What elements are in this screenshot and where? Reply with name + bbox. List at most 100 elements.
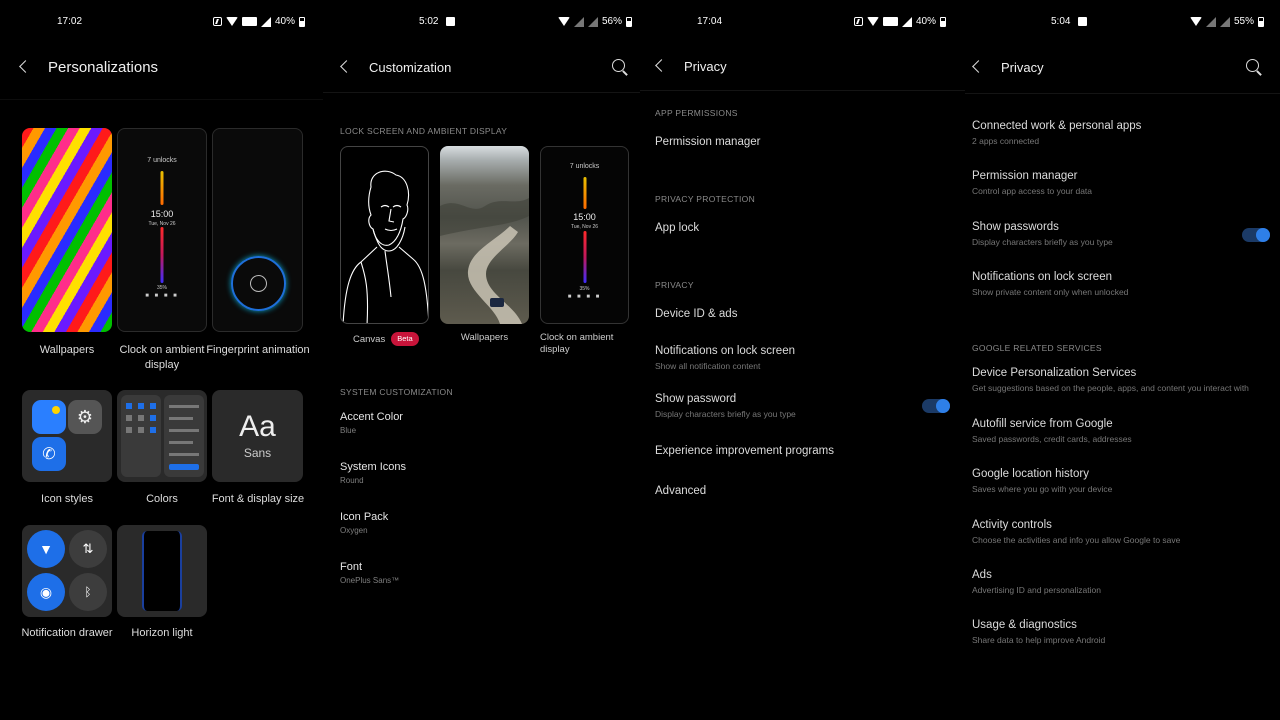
- location-history-row[interactable]: Google location history Saves where you …: [972, 468, 1112, 494]
- location-toggle-icon: ◉: [27, 573, 65, 611]
- wifi-toggle-icon: ▼: [27, 530, 65, 568]
- section-app-permissions: APP PERMISSIONS: [655, 108, 738, 118]
- font-item[interactable]: Font OnePlus Sans™: [340, 561, 399, 585]
- show-passwords-row[interactable]: Show passwords Display characters briefl…: [972, 221, 1113, 247]
- clock-ambient-card[interactable]: 7 unlocks 15:00 Tue, Nov 26 35% ■ ■ ■ ■: [540, 146, 629, 324]
- status-time: 17:04: [697, 16, 723, 27]
- aod-bar-bottom: [583, 231, 586, 283]
- wifi-icon: [1190, 17, 1202, 26]
- canvas-card[interactable]: [340, 146, 429, 324]
- aod-bar-top: [160, 171, 164, 205]
- header-divider: [0, 99, 323, 100]
- page-title: Customization: [369, 59, 452, 75]
- tile-label-horizon: Horizon light: [131, 627, 193, 639]
- system-icons-item[interactable]: System Icons Round: [340, 461, 406, 485]
- wifi-icon: [226, 17, 238, 26]
- wallpaper-road-photo: [440, 198, 529, 324]
- battery-icon: [1258, 16, 1265, 27]
- no-sim-icon: [1206, 16, 1216, 27]
- no-sim-icon-2: [588, 16, 598, 27]
- app-lock-row[interactable]: App lock: [655, 222, 699, 234]
- battery-icon: [940, 16, 947, 27]
- back-icon[interactable]: [335, 56, 357, 78]
- horizon-light-preview[interactable]: [117, 525, 207, 617]
- permission-manager-row[interactable]: Permission manager Control app access to…: [972, 170, 1092, 196]
- font-preview-small: Sans: [243, 446, 272, 460]
- font-display-preview[interactable]: Aa Sans: [212, 390, 303, 482]
- activity-controls-row[interactable]: Activity controls Choose the activities …: [972, 519, 1180, 545]
- notifications-lock-screen-row[interactable]: Notifications on lock screen Show privat…: [972, 271, 1128, 297]
- clock-ambient-preview[interactable]: 7 unlocks 15:00 Tue, Nov 26 35% ■ ■ ■ ■: [117, 128, 207, 332]
- accent-color-item[interactable]: Accent Color Blue: [340, 411, 403, 435]
- wallpapers-card[interactable]: [440, 146, 529, 324]
- wallpapers-label: Wallpapers: [460, 332, 509, 343]
- section-privacy-protection: PRIVACY PROTECTION: [655, 194, 756, 204]
- status-time: 5:04: [1051, 16, 1071, 27]
- settings-gear-icon: ⚙: [68, 400, 102, 434]
- wifi-icon: [558, 17, 570, 26]
- aod-time: 15:00: [150, 209, 174, 219]
- weather-app-icon: [32, 400, 66, 434]
- icon-styles-preview[interactable]: ⚙ ✆: [22, 390, 112, 482]
- status-time: 17:02: [57, 16, 83, 27]
- device-id-ads-row[interactable]: Device ID & ads: [655, 308, 737, 320]
- clock-ambient-label: Clock on ambient display: [540, 332, 614, 355]
- status-bar: 17:02 40%: [0, 14, 323, 30]
- cellular-icon: [902, 16, 912, 27]
- status-bar: 5:02 56%: [323, 14, 640, 30]
- fingerprint-animation-preview[interactable]: [212, 128, 303, 332]
- aod-battery: 35%: [579, 286, 590, 292]
- customization-screen: 5:02 56% Customization LOCK SCREEN AND A…: [323, 0, 640, 720]
- no-sim-icon-2: [1220, 16, 1230, 27]
- experience-improvement-row[interactable]: Experience improvement programs: [655, 445, 834, 457]
- device-personalization-row[interactable]: Device Personalization Services Get sugg…: [972, 367, 1272, 393]
- aod-unlocks: 7 unlocks: [569, 163, 600, 170]
- notification-drawer-preview[interactable]: ▼ ⇅ ◉ ᛒ: [22, 525, 112, 617]
- data-toggle-icon: ⇅: [69, 530, 107, 568]
- personalizations-screen: 17:02 40% Personalizations Wallpapers 7 …: [0, 0, 323, 720]
- aod-time: 15:00: [573, 212, 596, 222]
- battery-icon: [299, 16, 306, 27]
- canvas-label: Canvas Beta: [353, 332, 419, 346]
- usage-diagnostics-row[interactable]: Usage & diagnostics Share data to help i…: [972, 619, 1105, 645]
- battery-percent: 40%: [275, 16, 296, 27]
- show-password-toggle[interactable]: [922, 399, 950, 413]
- back-icon[interactable]: [14, 56, 36, 78]
- phone-app-icon: ✆: [32, 437, 66, 471]
- ads-row[interactable]: Ads Advertising ID and personalization: [972, 569, 1101, 595]
- notifications-lock-screen-row[interactable]: Notifications on lock screen Show all no…: [655, 345, 795, 371]
- page-title: Privacy: [684, 58, 727, 74]
- wallpapers-preview[interactable]: [22, 128, 112, 332]
- back-icon[interactable]: [967, 56, 989, 78]
- aod-notification-icons: ■ ■ ■ ■: [567, 294, 602, 300]
- battery-percent: 40%: [916, 16, 937, 27]
- show-passwords-toggle[interactable]: [1242, 228, 1270, 242]
- battery-percent: 55%: [1234, 16, 1255, 27]
- connected-apps-row[interactable]: Connected work & personal apps 2 apps co…: [972, 120, 1141, 146]
- section-google-services: GOOGLE RELATED SERVICES: [972, 343, 1102, 353]
- section-lock-screen: LOCK SCREEN AND AMBIENT DISPLAY: [340, 126, 508, 136]
- tile-label-wallpapers: Wallpapers: [39, 344, 95, 356]
- show-password-row[interactable]: Show password Display characters briefly…: [655, 393, 955, 419]
- status-time: 5:02: [419, 16, 439, 27]
- advanced-row[interactable]: Advanced: [655, 485, 706, 497]
- font-preview-big: Aa: [239, 410, 276, 443]
- aod-bar-top: [583, 177, 586, 209]
- permission-manager-row[interactable]: Permission manager: [655, 136, 760, 148]
- header-divider: [640, 90, 965, 91]
- back-icon[interactable]: [650, 55, 672, 77]
- privacy-screen-android: 5:04 55% Privacy Connected work & person…: [965, 0, 1280, 720]
- aod-date: Tue, Nov 26: [570, 224, 599, 230]
- autofill-row[interactable]: Autofill service from Google Saved passw…: [972, 418, 1132, 444]
- horizon-phone-graphic: [142, 531, 182, 611]
- colors-preview[interactable]: [117, 390, 207, 482]
- gallery-notification-icon: [446, 17, 455, 26]
- section-system-customization: SYSTEM CUSTOMIZATION: [340, 387, 453, 397]
- aod-battery: 35%: [156, 285, 168, 291]
- bluetooth-toggle-icon: ᛒ: [69, 573, 107, 611]
- icon-pack-item[interactable]: Icon Pack Oxygen: [340, 511, 388, 535]
- search-icon[interactable]: [610, 57, 630, 77]
- search-icon[interactable]: [1244, 57, 1264, 77]
- gallery-notification-icon: [1078, 17, 1087, 26]
- status-bar: 5:04 55%: [965, 14, 1280, 30]
